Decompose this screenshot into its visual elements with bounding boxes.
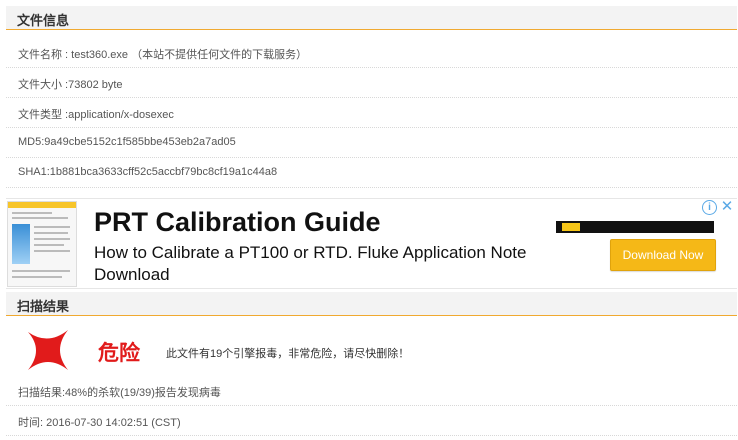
ad-brand-logo — [556, 221, 714, 233]
scan-result-text: 扫描结果:48%的杀软(19/39)报告发现病毒 — [18, 387, 221, 399]
ad-title[interactable]: PRT Calibration Guide — [94, 207, 381, 238]
ad-thumbnail-image[interactable] — [7, 201, 77, 287]
scan-time-text: 时间: 2016-07-30 14:02:51 (CST) — [18, 417, 181, 429]
sha1-text: SHA1:1b881bca3633cff52c5accbf79bc8cf19a1… — [18, 166, 278, 178]
file-size-row: 文件大小 :73802 byte — [6, 68, 737, 98]
file-info-header: 文件信息 — [6, 6, 737, 30]
file-type-row: 文件类型 :application/x-dosexec — [6, 98, 737, 128]
danger-x-icon — [28, 330, 68, 370]
ad-close-icon[interactable]: ✕ — [720, 199, 734, 214]
danger-label: 危险 — [98, 342, 140, 365]
file-name-row: 文件名称 : test360.exe （本站不提供任何文件的下载服务） — [6, 38, 737, 68]
scan-time-row: 时间: 2016-07-30 14:02:51 (CST) — [6, 406, 737, 436]
sha1-row: SHA1:1b881bca3633cff52c5accbf79bc8cf19a1… — [6, 158, 737, 188]
ad-download-button[interactable]: Download Now — [610, 239, 716, 271]
scan-result-title: 扫描结果 — [17, 299, 70, 314]
ad-info-icon[interactable]: i — [702, 200, 717, 215]
md5-text: MD5:9a49cbe5152c1f585bbe453eb2a7ad05 — [18, 136, 236, 148]
ad-description[interactable]: How to Calibrate a PT100 or RTD. Fluke A… — [94, 242, 534, 286]
scan-result-header: 扫描结果 — [6, 292, 737, 316]
danger-message: 此文件有19个引擎报毒，非常危险，请尽快删除！ — [166, 348, 410, 360]
md5-row: MD5:9a49cbe5152c1f585bbe453eb2a7ad05 — [6, 128, 737, 158]
file-info-title: 文件信息 — [17, 13, 70, 28]
file-name-text: 文件名称 : test360.exe （本站不提供任何文件的下载服务） — [18, 49, 308, 61]
file-type-text: 文件类型 :application/x-dosexec — [18, 109, 174, 121]
file-size-text: 文件大小 :73802 byte — [18, 79, 123, 91]
scan-result-row: 扫描结果:48%的杀软(19/39)报告发现病毒 — [6, 376, 737, 406]
ad-banner[interactable]: PRT Calibration Guide How to Calibrate a… — [6, 198, 737, 289]
